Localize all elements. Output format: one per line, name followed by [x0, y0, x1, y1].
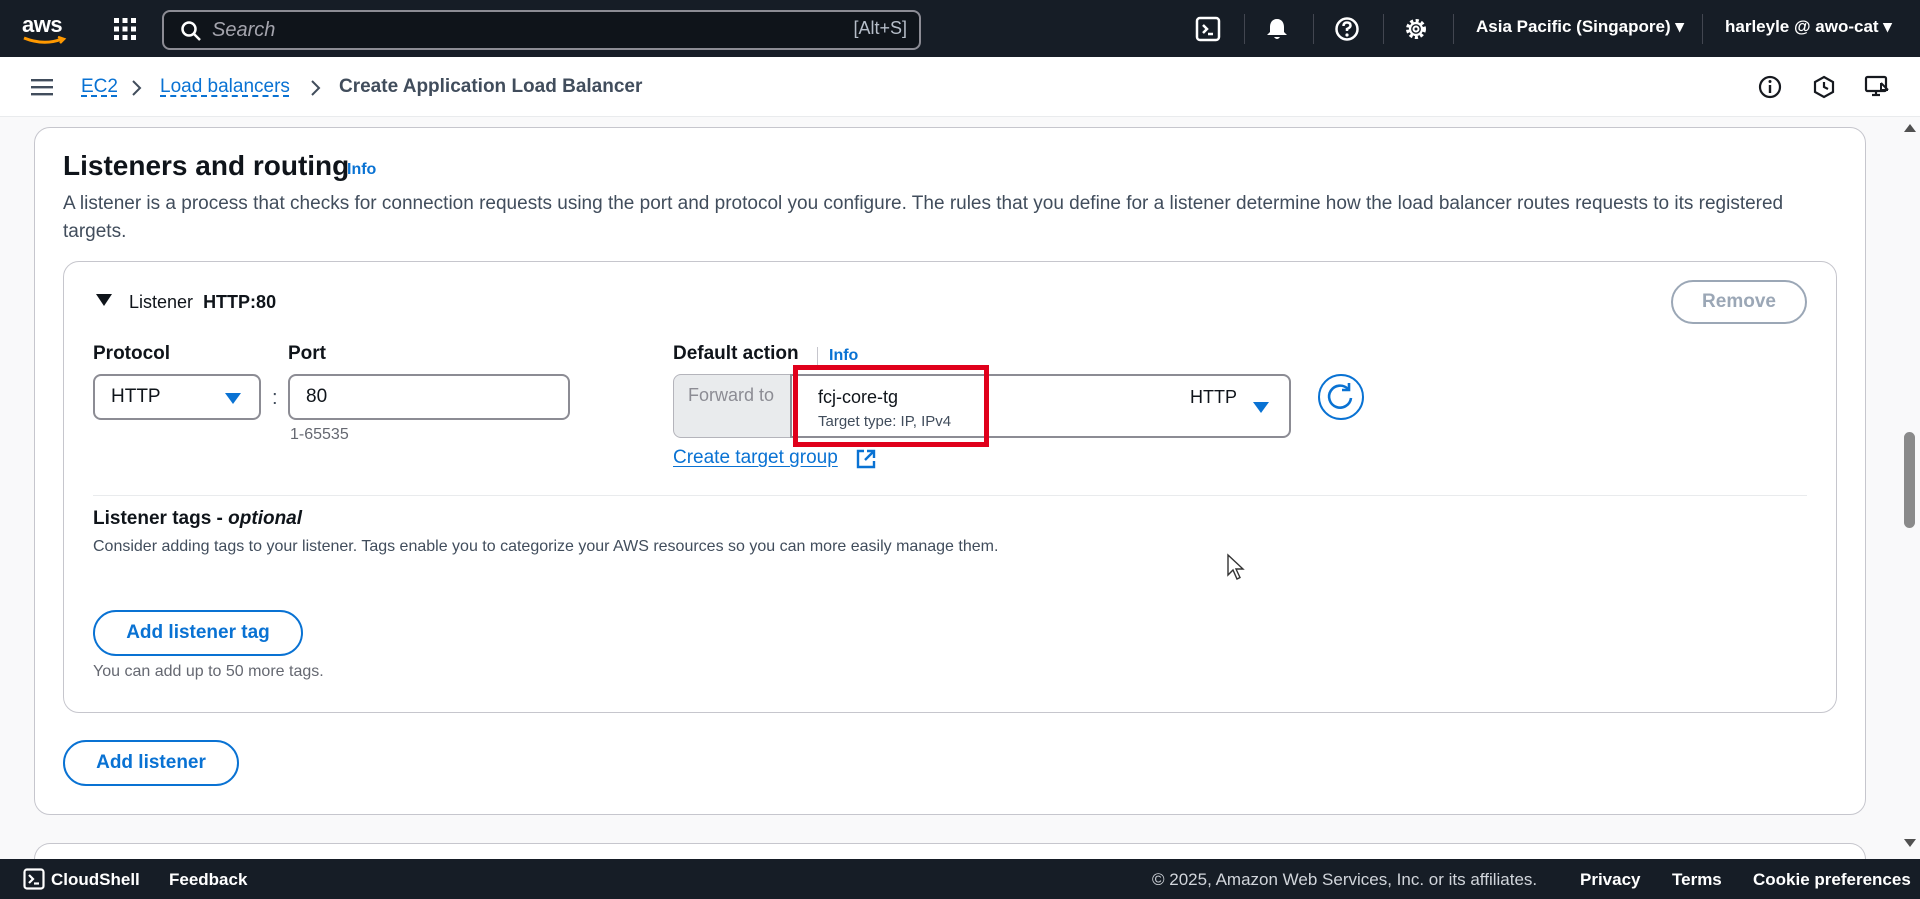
- port-hint: 1-65535: [290, 426, 349, 443]
- listener-panel: [63, 261, 1837, 713]
- info-separator: [817, 347, 818, 367]
- add-listener-button[interactable]: Add listener: [63, 740, 239, 786]
- port-value: 80: [306, 386, 328, 407]
- feedback-icon[interactable]: [1864, 74, 1890, 100]
- listener-name: HTTP:80: [203, 292, 277, 312]
- listener-tags-description: Consider adding tags to your listener. T…: [93, 538, 999, 555]
- protocol-select[interactable]: HTTP: [93, 374, 261, 420]
- help-icon[interactable]: [1334, 16, 1360, 42]
- menu-icon[interactable]: [31, 78, 53, 96]
- footer-feedback-link[interactable]: Feedback: [169, 870, 247, 890]
- search-input[interactable]: [212, 18, 772, 42]
- search-icon: [181, 21, 201, 41]
- caret-down-icon: [225, 393, 241, 404]
- nav-separator: [1244, 14, 1245, 44]
- settings-icon[interactable]: [1403, 16, 1429, 42]
- notifications-icon[interactable]: [1811, 74, 1837, 100]
- default-action-label: Default action: [673, 343, 799, 364]
- section-info-link[interactable]: Info: [347, 161, 376, 179]
- tags-hint: You can add up to 50 more tags.: [93, 663, 324, 680]
- listener-tags-label: Listener tags -: [93, 508, 229, 529]
- footer: CloudShell Feedback © 2025, Amazon Web S…: [0, 859, 1920, 899]
- forward-to-box: Forward to: [673, 374, 791, 438]
- target-group-protocol: HTTP: [1190, 387, 1237, 407]
- nav-separator: [1453, 14, 1454, 44]
- listener-label: Listener: [129, 292, 194, 312]
- footer-terms-link[interactable]: Terms: [1672, 870, 1722, 890]
- protocol-label: Protocol: [93, 343, 171, 364]
- breadcrumb-load-balancers[interactable]: Load balancers: [160, 76, 290, 98]
- create-target-group-link[interactable]: Create target group: [673, 447, 838, 469]
- remove-button[interactable]: Remove: [1671, 280, 1807, 324]
- highlight-box: [793, 365, 989, 447]
- scroll-up-arrow[interactable]: [1904, 124, 1916, 132]
- port-input[interactable]: 80: [288, 374, 570, 420]
- listener-header[interactable]: Listener HTTP:80: [129, 292, 276, 313]
- scroll-down-arrow[interactable]: [1904, 839, 1916, 847]
- optional-label: optional: [228, 508, 303, 529]
- cloudshell-icon[interactable]: [1195, 16, 1221, 42]
- external-link-icon[interactable]: [855, 448, 877, 470]
- chevron-right-icon: [311, 80, 321, 96]
- nav-separator: [1383, 14, 1384, 44]
- add-listener-tag-button[interactable]: Add listener tag: [93, 610, 303, 656]
- collapse-caret-icon[interactable]: [96, 294, 112, 306]
- nav-separator: [1702, 14, 1703, 44]
- footer-cookie-preferences-link[interactable]: Cookie preferences: [1753, 870, 1911, 890]
- aws-logo-text: aws: [22, 12, 63, 37]
- aws-logo[interactable]: aws: [22, 12, 70, 46]
- account-menu[interactable]: harleyle @ awo-cat ▾: [1725, 17, 1892, 37]
- section-description: A listener is a process that checks for …: [63, 193, 1784, 242]
- breadcrumb-current: Create Application Load Balancer: [339, 76, 643, 97]
- nav-separator: [1313, 14, 1314, 44]
- region-selector[interactable]: Asia Pacific (Singapore) ▾: [1476, 17, 1684, 37]
- refresh-icon: [1327, 383, 1353, 409]
- scrollbar-thumb[interactable]: [1904, 432, 1915, 528]
- port-label: Port: [288, 343, 326, 364]
- default-action-info-link[interactable]: Info: [829, 347, 858, 365]
- protocol-value: HTTP: [111, 386, 161, 407]
- listener-tags-title: Listener tags - optional: [93, 508, 302, 530]
- footer-copyright: © 2025, Amazon Web Services, Inc. or its…: [1152, 870, 1538, 889]
- search-shortcut: [Alt+S]: [853, 18, 907, 38]
- caret-down-icon: [1253, 402, 1269, 413]
- refresh-button[interactable]: [1318, 374, 1364, 420]
- footer-privacy-link[interactable]: Privacy: [1580, 870, 1641, 890]
- colon-separator: :: [272, 387, 278, 409]
- footer-cloudshell-link[interactable]: CloudShell: [51, 870, 140, 890]
- breadcrumb-bar: EC2 Load balancers Create Application Lo…: [0, 57, 1920, 117]
- search-box[interactable]: [Alt+S]: [162, 10, 921, 50]
- top-navigation: aws [Alt+S]: [0, 0, 1920, 57]
- chevron-right-icon: [132, 80, 142, 96]
- section-title: Listeners and routing: [63, 150, 350, 181]
- info-icon[interactable]: [1757, 74, 1783, 100]
- grid-icon[interactable]: [113, 17, 137, 41]
- cloudshell-icon[interactable]: [23, 868, 45, 890]
- divider: [93, 495, 1807, 496]
- forward-to-label: Forward to: [688, 385, 775, 405]
- breadcrumb-ec2[interactable]: EC2: [81, 76, 118, 98]
- bell-icon[interactable]: [1264, 16, 1290, 42]
- cursor-icon: [1227, 553, 1245, 580]
